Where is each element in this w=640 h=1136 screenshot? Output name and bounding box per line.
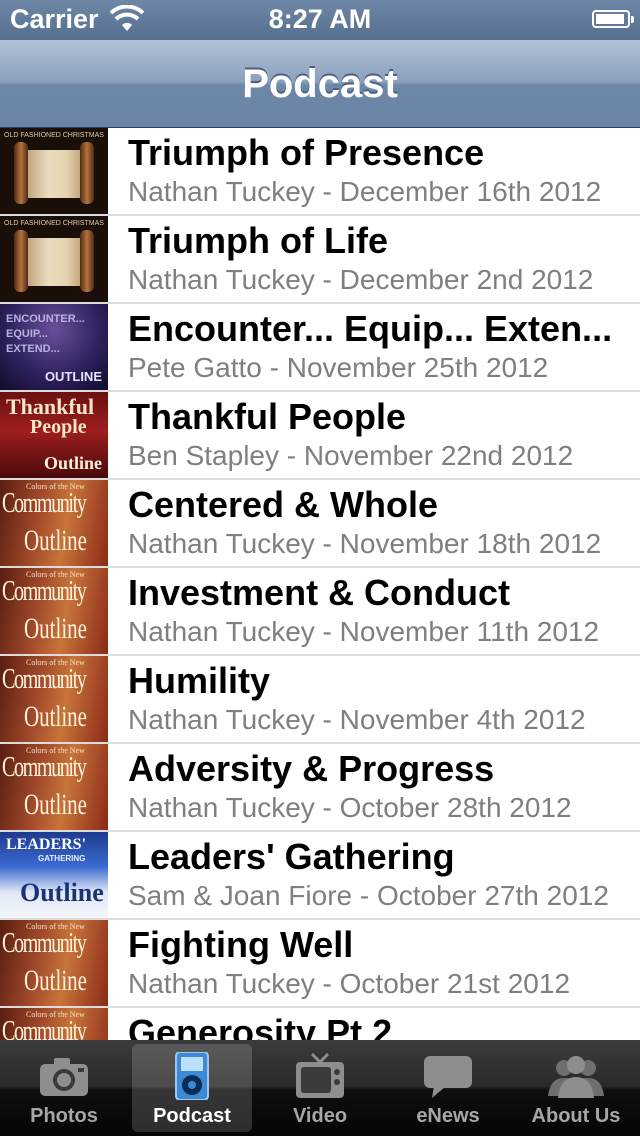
podcast-thumbnail: Colors of the NewCommunityOutline (0, 920, 108, 1006)
thumbnail-caption: GATHERING (38, 854, 86, 863)
podcast-thumbnail: Colors of the NewCommunityOutline (0, 744, 108, 830)
podcast-subtitle: Pete Gatto - November 25th 2012 (128, 352, 549, 383)
thumbnail-caption: Outline (24, 788, 87, 821)
tv-icon (290, 1052, 350, 1100)
page-title: Podcast (242, 62, 398, 106)
podcast-row[interactable]: LEADERS' GATHERING Outline Leaders' Gatheri… (0, 832, 640, 920)
podcast-thumbnail: Colors of the NewCommunityOutline (0, 1008, 108, 1040)
podcast-row[interactable]: Thankful People Outline Thankful People Ben … (0, 392, 640, 480)
thumbnail-caption: Community (2, 752, 87, 783)
podcast-title: Leaders' Gathering (128, 836, 455, 877)
scroll-paper (24, 238, 84, 286)
podcast-row[interactable]: OLD FASHIONED CHRISTMAS Triumph of Presen… (0, 128, 640, 216)
podcast-row[interactable]: Colors of the New Community Outline Centere… (0, 480, 640, 568)
podcast-title: Adversity & Progress (128, 748, 495, 789)
podcast-row[interactable]: Colors of the New Community Outline Investm… (0, 568, 640, 656)
podcast-title: Thankful People (128, 396, 407, 437)
thumbnail-caption: Community (2, 1016, 87, 1040)
scroll-rod (80, 230, 94, 292)
thumbnail-caption: OUTLINE (44, 369, 102, 384)
thumbnail-caption: ENCOUNTER... EQUIP... EXTEND... (6, 313, 85, 355)
podcast-row[interactable]: Colors of the New Community Outline Adversi… (0, 744, 640, 832)
podcast-subtitle: Nathan Tuckey - October 28th 2012 (128, 792, 572, 823)
tab-about-us[interactable]: About Us (516, 1044, 636, 1132)
podcast-thumbnail: LEADERS' GATHERING Outline (0, 832, 108, 918)
thumbnail-caption: Community (2, 576, 87, 607)
tab-label: Photos (30, 1105, 98, 1127)
scroll-rod (14, 142, 28, 204)
podcast-row[interactable]: Colors of the NewCommunityOutline Generos… (0, 1008, 640, 1040)
clock: 8:27 AM (268, 4, 372, 34)
tab-label: About Us (531, 1105, 621, 1127)
podcast-thumbnail: Colors of the NewCommunityOutline (0, 568, 108, 654)
scroll-rod (14, 230, 28, 292)
podcast-list[interactable]: OLD FASHIONED CHRISTMAS Triumph of Presen… (0, 128, 640, 1040)
thumbnail-caption: Outline (24, 700, 87, 733)
podcast-title: Triumph of Life (128, 220, 388, 261)
thumbnail-caption: Outline (20, 878, 104, 907)
podcast-title: Fighting Well (128, 924, 354, 965)
ipod-icon (162, 1051, 222, 1101)
podcast-thumbnail: OLD FASHIONED CHRISTMAS (0, 216, 108, 302)
tab-enews[interactable]: eNews (388, 1044, 508, 1132)
camera-icon (34, 1052, 94, 1100)
tab-photos[interactable]: Photos (4, 1044, 124, 1132)
tab-video[interactable]: Video (260, 1044, 380, 1132)
scroll-rod (80, 142, 94, 204)
tab-podcast[interactable]: Podcast (132, 1044, 252, 1132)
podcast-subtitle: Nathan Tuckey - December 16th 2012 (128, 176, 602, 207)
podcast-title: Humility (128, 660, 271, 701)
people-icon (546, 1052, 606, 1100)
status-bar: Carrier 8:27 AM (0, 0, 640, 40)
podcast-subtitle: Ben Stapley - November 22nd 2012 (128, 440, 574, 471)
thumbnail-caption: Community (2, 488, 87, 519)
podcast-thumbnail: Colors of the NewCommunityOutline (0, 480, 108, 566)
podcast-title: Generosity Pt 2 (128, 1012, 393, 1040)
thumbnail-caption: People (30, 416, 87, 438)
tab-label: eNews (416, 1105, 480, 1127)
tab-label: Podcast (153, 1105, 231, 1127)
thumbnail-caption: LEADERS' (6, 836, 87, 853)
podcast-thumbnail: Thankful People Outline (0, 392, 108, 478)
thumbnail-caption: Outline (24, 612, 87, 645)
podcast-subtitle: Nathan Tuckey - December 2nd 2012 (128, 264, 594, 295)
thumbnail-caption: OLD FASHIONED CHRISTMAS (4, 220, 104, 227)
navigation-bar: Podcast (0, 40, 640, 128)
podcast-subtitle: Sam & Joan Fiore - October 27th 2012 (128, 880, 609, 911)
podcast-thumbnail: OLD FASHIONED CHRISTMAS (0, 128, 108, 214)
podcast-row[interactable]: Colors of the New Community Outline Humilit… (0, 656, 640, 744)
podcast-title: Investment & Conduct (128, 572, 511, 613)
speech-bubble-icon (418, 1052, 478, 1100)
podcast-subtitle: Nathan Tuckey - November 18th 2012 (128, 528, 602, 559)
battery-icon (592, 10, 634, 28)
podcast-thumbnail: ENCOUNTER... EQUIP... EXTEND... OUTLINE (0, 304, 108, 390)
podcast-row[interactable]: OLD FASHIONED CHRISTMAS Triumph of Life Na… (0, 216, 640, 304)
thumbnail-caption: Outline (43, 453, 102, 473)
podcast-subtitle: Nathan Tuckey - November 4th 2012 (128, 704, 586, 735)
podcast-title: Triumph of Presence (128, 132, 485, 173)
thumbnail-caption: Outline (24, 964, 87, 997)
podcast-title: Encounter... Equip... Exten... (128, 308, 613, 349)
thumbnail-caption: Community (2, 664, 87, 695)
podcast-row[interactable]: Colors of the New Community Outline Fightin… (0, 920, 640, 1008)
tab-bar: Photos Podcast Video eNews About Us (0, 1040, 640, 1136)
podcast-subtitle: Nathan Tuckey - October 21st 2012 (128, 968, 571, 999)
tab-label: Video (292, 1105, 348, 1127)
podcast-thumbnail: Colors of the NewCommunityOutline (0, 656, 108, 742)
thumbnail-caption: Community (2, 928, 87, 959)
podcast-row[interactable]: ENCOUNTER... EQUIP... EXTEND... OUTLINE Enco… (0, 304, 640, 392)
podcast-title: Centered & Whole (128, 484, 439, 525)
podcast-subtitle: Nathan Tuckey - November 11th 2012 (128, 616, 600, 647)
thumbnail-caption: Outline (24, 524, 87, 557)
thumbnail-caption: OLD FASHIONED CHRISTMAS (4, 132, 104, 139)
scroll-paper (24, 150, 84, 198)
